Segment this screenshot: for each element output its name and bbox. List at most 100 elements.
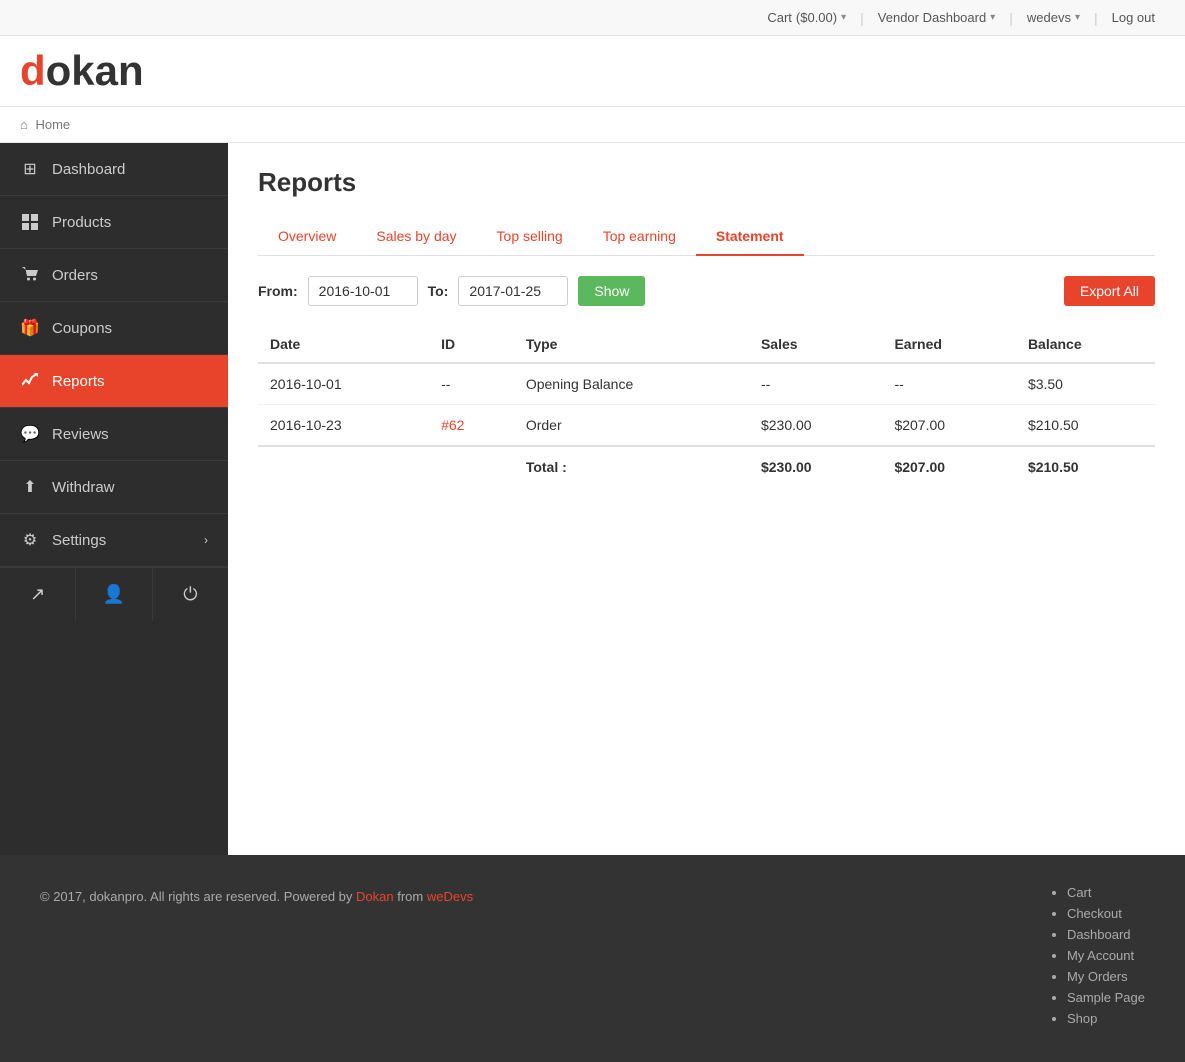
tab-overview[interactable]: Overview	[258, 218, 356, 256]
footer-link[interactable]: Cart	[1067, 885, 1092, 900]
footer-link-item: Checkout	[1067, 906, 1145, 921]
page-title: Reports	[258, 167, 1155, 198]
footer-link[interactable]: Dashboard	[1067, 927, 1131, 942]
footer-wedevs-link[interactable]: weDevs	[427, 889, 473, 904]
report-table: Date ID Type Sales Earned Balance 2016-1…	[258, 326, 1155, 487]
cell-earned: --	[882, 363, 1015, 405]
user-arrow: ▾	[1075, 12, 1080, 23]
footer-right: Cart Checkout Dashboard My Account My Orders…	[1047, 885, 1145, 1032]
sidebar-item-reviews[interactable]: 💬 Reviews	[0, 408, 228, 461]
cart-button[interactable]: Cart ($0.00) ▾	[757, 4, 856, 31]
sidebar-item-withdraw[interactable]: ⬆ Withdraw	[0, 461, 228, 514]
vendor-dashboard-button[interactable]: Vendor Dashboard ▾	[868, 4, 1005, 31]
footer-link-item: Dashboard	[1067, 927, 1145, 942]
footer-powered-by: Powered by	[284, 889, 353, 904]
footer-link-item: My Orders	[1067, 969, 1145, 984]
footer-links: Cart Checkout Dashboard My Account My Orders…	[1047, 885, 1145, 1026]
withdraw-icon: ⬆	[20, 477, 40, 497]
footer-link[interactable]: Checkout	[1067, 906, 1122, 921]
sidebar: ⊞ Dashboard Products Orders 🎁 Coupons Re…	[0, 143, 228, 855]
dashboard-icon: ⊞	[20, 159, 40, 179]
footer-link[interactable]: My Orders	[1067, 969, 1128, 984]
from-date-input[interactable]	[308, 276, 418, 306]
from-label: From:	[258, 283, 298, 299]
cell-date: 2016-10-01	[258, 363, 429, 405]
table-row: 2016-10-23 #62 Order $230.00 $207.00 $21…	[258, 405, 1155, 447]
top-bar: Cart ($0.00) ▾ | Vendor Dashboard ▾ | we…	[0, 0, 1185, 36]
sidebar-item-label: Reviews	[52, 426, 109, 443]
cell-sales: --	[749, 363, 882, 405]
cell-type: Opening Balance	[514, 363, 749, 405]
settings-icon: ⚙	[20, 530, 40, 550]
reviews-icon: 💬	[20, 424, 40, 444]
cell-date: 2016-10-23	[258, 405, 429, 447]
sidebar-item-label: Reports	[52, 373, 105, 390]
sidebar-item-orders[interactable]: Orders	[0, 249, 228, 302]
sidebar-item-settings[interactable]: ⚙ Settings ›	[0, 514, 228, 567]
sidebar-item-label: Withdraw	[52, 479, 115, 496]
sidebar-external-link-button[interactable]: ↗	[0, 568, 76, 621]
total-balance: $210.50	[1016, 446, 1155, 487]
sidebar-item-label: Dashboard	[52, 161, 125, 178]
sidebar-user-button[interactable]: 👤	[76, 568, 152, 621]
sidebar-item-reports[interactable]: Reports	[0, 355, 228, 408]
col-id: ID	[429, 326, 514, 363]
tab-top-selling[interactable]: Top selling	[477, 218, 583, 256]
external-link-icon: ↗	[30, 584, 45, 605]
breadcrumb: ⌂ Home	[0, 107, 1185, 143]
order-id-link[interactable]: #62	[441, 417, 464, 433]
footer-link-item: Cart	[1067, 885, 1145, 900]
cell-sales: $230.00	[749, 405, 882, 447]
total-earned: $207.00	[882, 446, 1015, 487]
tab-sales-by-day[interactable]: Sales by day	[356, 218, 476, 256]
main-layout: ⊞ Dashboard Products Orders 🎁 Coupons Re…	[0, 143, 1185, 855]
table-row: 2016-10-01 -- Opening Balance -- -- $3.5…	[258, 363, 1155, 405]
logo-d: d	[20, 47, 46, 94]
cell-type: Order	[514, 405, 749, 447]
export-all-button[interactable]: Export All	[1064, 276, 1155, 306]
breadcrumb-home-link[interactable]: Home	[35, 117, 70, 132]
logout-button[interactable]: Log out	[1102, 4, 1165, 31]
sidebar-item-coupons[interactable]: 🎁 Coupons	[0, 302, 228, 355]
col-date: Date	[258, 326, 429, 363]
cart-amount: ($0.00)	[796, 10, 837, 25]
footer-left: © 2017, dokanpro. All rights are reserve…	[40, 885, 473, 908]
to-label: To:	[428, 283, 449, 299]
user-icon: 👤	[103, 584, 125, 605]
sidebar-item-label: Orders	[52, 267, 98, 284]
sidebar-item-products[interactable]: Products	[0, 196, 228, 249]
col-type: Type	[514, 326, 749, 363]
cart-arrow: ▾	[841, 12, 846, 23]
tab-top-earning[interactable]: Top earning	[583, 218, 696, 256]
content-area: Reports Overview Sales by day Top sellin…	[228, 143, 1185, 855]
to-date-input[interactable]	[458, 276, 568, 306]
footer-link[interactable]: Shop	[1067, 1011, 1097, 1026]
total-label	[258, 446, 429, 487]
vendor-dashboard-label: Vendor Dashboard	[878, 10, 986, 25]
settings-arrow-icon: ›	[204, 533, 208, 547]
vendor-arrow: ▾	[990, 12, 995, 23]
user-menu-button[interactable]: wedevs ▾	[1017, 4, 1090, 31]
total-sales: $230.00	[749, 446, 882, 487]
cart-label: Cart	[767, 10, 792, 25]
footer-from-text: from	[397, 889, 423, 904]
sidebar-bottom: ↗ 👤 ⏻	[0, 567, 228, 621]
show-button[interactable]: Show	[578, 276, 645, 306]
footer-link-item: Sample Page	[1067, 990, 1145, 1005]
footer-link[interactable]: Sample Page	[1067, 990, 1145, 1005]
cell-id[interactable]: #62	[429, 405, 514, 447]
reports-tabs: Overview Sales by day Top selling Top ea…	[258, 218, 1155, 256]
reports-icon	[20, 371, 40, 391]
tab-statement[interactable]: Statement	[696, 218, 804, 256]
sidebar-power-button[interactable]: ⏻	[153, 568, 228, 621]
home-icon: ⌂	[20, 117, 28, 132]
logo-rest: okan	[46, 47, 144, 94]
coupons-icon: 🎁	[20, 318, 40, 338]
sidebar-item-label: Products	[52, 214, 111, 231]
date-filter: From: To: Show Export All	[258, 276, 1155, 306]
sidebar-item-dashboard[interactable]: ⊞ Dashboard	[0, 143, 228, 196]
cell-earned: $207.00	[882, 405, 1015, 447]
footer-dokan-link[interactable]: Dokan	[356, 889, 394, 904]
footer-link[interactable]: My Account	[1067, 948, 1134, 963]
col-earned: Earned	[882, 326, 1015, 363]
